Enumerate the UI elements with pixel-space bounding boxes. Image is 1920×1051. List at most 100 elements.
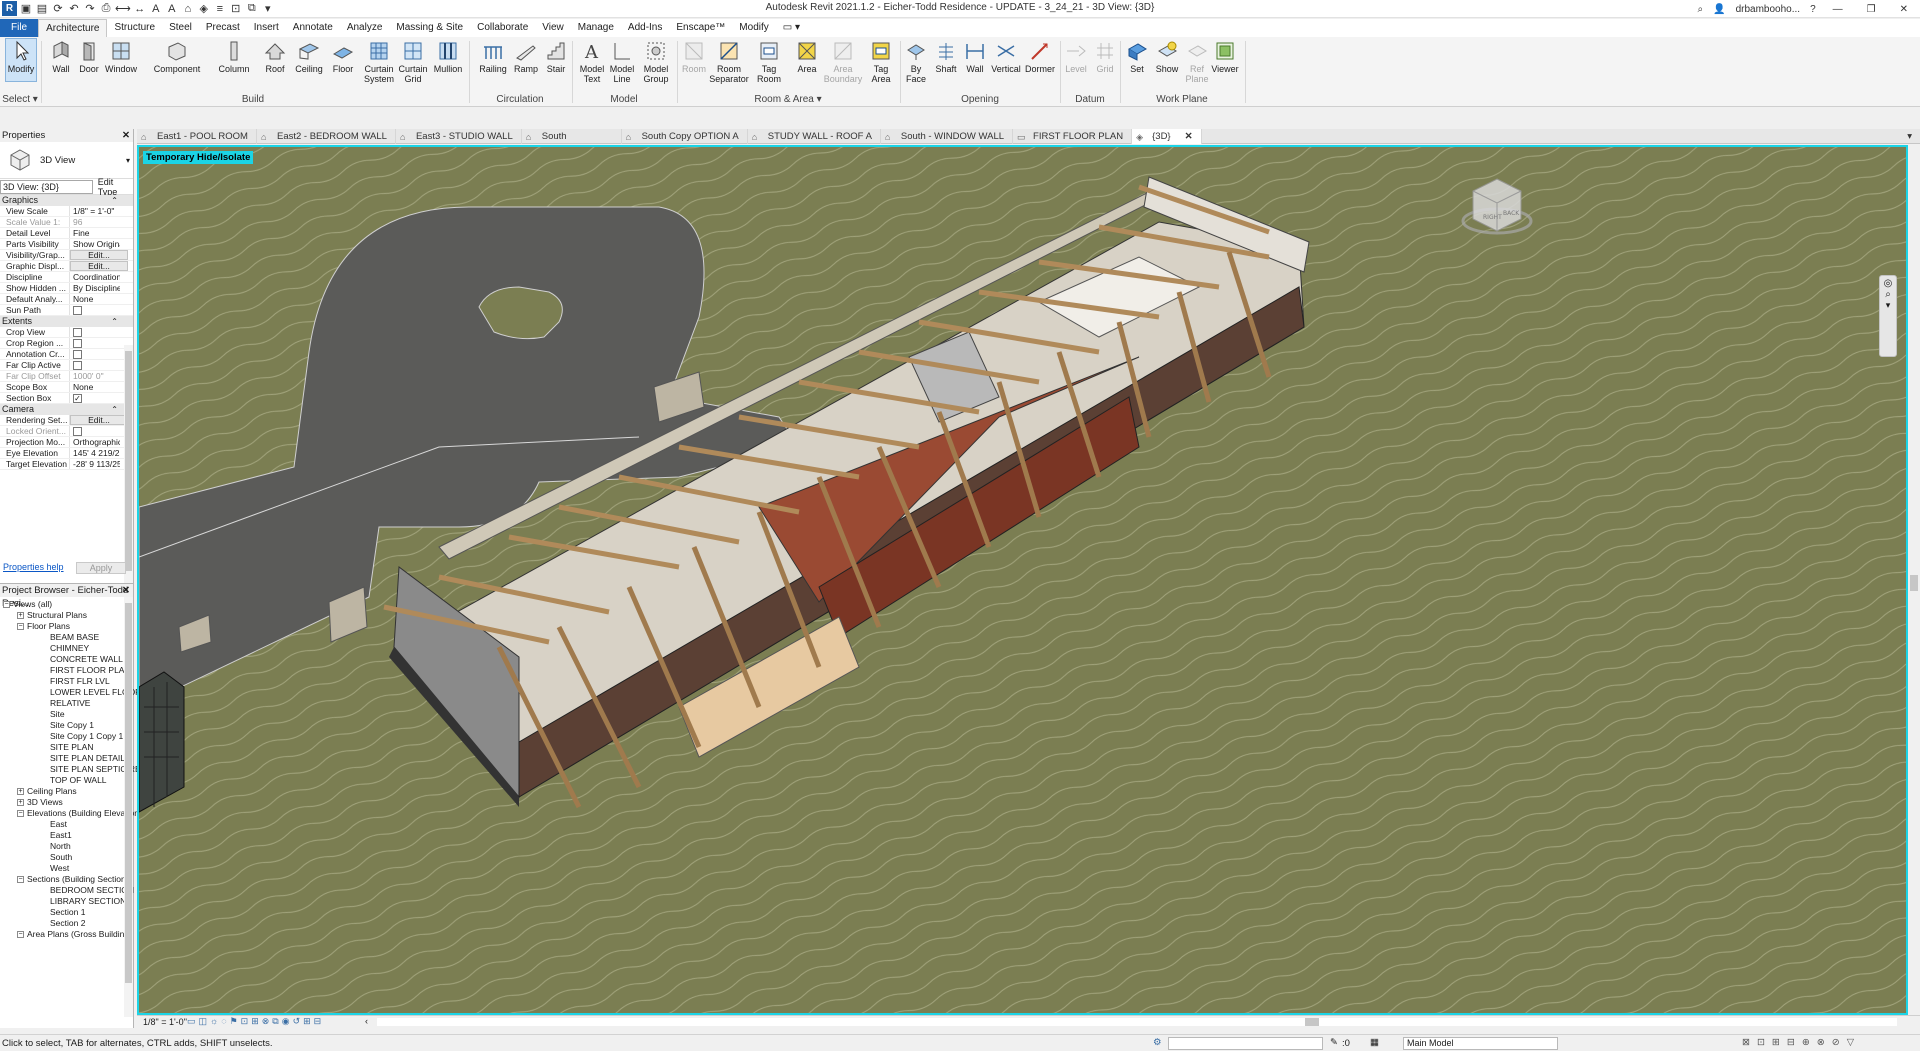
tree-view-item[interactable]: SITE PLAN DETAIL: [50, 753, 125, 764]
view-tab[interactable]: ⌂ East2 - BEDROOM WALL: [257, 129, 396, 144]
railing-button[interactable]: Railing: [476, 39, 510, 74]
tab-steel[interactable]: Steel: [162, 19, 199, 37]
tree-view-item[interactable]: East: [50, 819, 67, 830]
property-checkbox[interactable]: [73, 339, 82, 348]
tree-view-item[interactable]: CHIMNEY: [50, 643, 89, 654]
3d-model-render[interactable]: RIGHT BACK: [139, 147, 1906, 1013]
tab-manage[interactable]: Manage: [571, 19, 621, 37]
property-checkbox[interactable]: [73, 427, 82, 436]
column-button[interactable]: Column: [217, 39, 251, 74]
active-workset-dropdown[interactable]: [1168, 1037, 1323, 1050]
tab-analyze[interactable]: Analyze: [340, 19, 390, 37]
property-value[interactable]: 1000' 0": [70, 371, 120, 381]
tree-sections[interactable]: − Sections (Building Section): [17, 874, 129, 885]
panel-room-area[interactable]: Room & Area ▾: [677, 94, 899, 105]
view-tab[interactable]: ⌂ South: [522, 129, 622, 144]
help-icon[interactable]: ?: [1805, 4, 1821, 15]
level-button[interactable]: Level: [1061, 39, 1091, 74]
property-checkbox[interactable]: [73, 361, 82, 370]
window-button[interactable]: Window: [104, 39, 138, 74]
model-group-button[interactable]: Model Group: [639, 39, 673, 84]
tree-view-item[interactable]: North: [50, 841, 71, 852]
edit-button[interactable]: Edit...: [70, 415, 128, 425]
roof-button[interactable]: Roof: [260, 39, 290, 74]
tree-view-item[interactable]: Site: [50, 709, 65, 720]
search-icon[interactable]: ⌕: [1693, 4, 1709, 15]
curtain-system-button[interactable]: Curtain System: [362, 39, 396, 84]
panel-select[interactable]: Select ▾: [0, 94, 40, 105]
tree-view-item[interactable]: South: [50, 852, 72, 863]
tab-precast[interactable]: Precast: [199, 19, 247, 37]
floor-button[interactable]: Floor: [326, 39, 360, 74]
view-tab-active[interactable]: ◈ {3D} ✕: [1132, 129, 1202, 144]
tree-view-item[interactable]: Section 2: [50, 918, 85, 929]
view-tab[interactable]: ⌂ STUDY WALL - ROOF A: [748, 129, 881, 144]
room-button[interactable]: Room: [677, 39, 711, 74]
by-face-button[interactable]: By Face: [901, 39, 931, 84]
tree-3d-views[interactable]: +3D Views: [17, 797, 63, 808]
view-tab[interactable]: ▭ FIRST FLOOR PLAN: [1013, 129, 1133, 144]
property-checkbox[interactable]: ✓: [73, 394, 82, 403]
property-checkbox[interactable]: [73, 350, 82, 359]
maximize-button[interactable]: ❐: [1855, 4, 1888, 15]
edit-button[interactable]: Edit...: [70, 261, 128, 271]
close-icon[interactable]: ✕: [122, 129, 130, 142]
user-icon[interactable]: 👤: [1708, 4, 1730, 15]
group-graphics[interactable]: Graphics ⌃: [0, 195, 133, 206]
tree-view-item[interactable]: Site Copy 1: [50, 720, 94, 731]
tree-elevations[interactable]: − Elevations (Building Elevation: [17, 808, 139, 819]
editable-only-icon[interactable]: ✎: [1330, 1037, 1338, 1048]
stair-button[interactable]: Stair: [540, 39, 572, 74]
model-text-button[interactable]: A Model Text: [575, 39, 609, 84]
browser-scrollbar[interactable]: [124, 597, 133, 1017]
tree-floor-plans[interactable]: − Floor Plans: [17, 621, 70, 632]
property-value[interactable]: 96: [70, 217, 120, 227]
user-name[interactable]: drbambooho...: [1731, 4, 1806, 15]
tree-view-item[interactable]: FIRST FLOOR PLAN: [50, 665, 131, 676]
set-work-plane-button[interactable]: Set: [1121, 39, 1153, 74]
tree-area-plans[interactable]: − Area Plans (Gross Building): [17, 929, 132, 940]
tab-add-ins[interactable]: Add-Ins: [621, 19, 669, 37]
tree-view-item[interactable]: CONCRETE WALL: [50, 654, 123, 665]
tab-view[interactable]: View: [535, 19, 571, 37]
property-checkbox[interactable]: [73, 306, 82, 315]
viewport-vertical-scrollbar[interactable]: [1908, 145, 1920, 1015]
tab-architecture[interactable]: Architecture: [38, 19, 108, 37]
model-line-button[interactable]: Model Line: [605, 39, 639, 84]
property-value[interactable]: None: [70, 382, 120, 392]
tag-room-button[interactable]: Tag Room: [752, 39, 786, 84]
component-button[interactable]: Component: [145, 39, 209, 74]
close-icon[interactable]: ✕: [122, 584, 130, 597]
type-selector[interactable]: 3D View ▾: [0, 142, 133, 179]
expand-toggle-icon[interactable]: −: [17, 876, 24, 884]
tab-structure[interactable]: Structure: [107, 19, 162, 37]
zoom-icon[interactable]: ⌕: [1880, 289, 1896, 300]
property-value[interactable]: Show Original: [70, 239, 120, 249]
group-camera[interactable]: Camera ⌃: [0, 404, 133, 415]
expand-toggle-icon[interactable]: +: [17, 799, 24, 807]
tree-view-item[interactable]: West: [50, 863, 69, 874]
view-tab[interactable]: ⌂ South - WINDOW WALL: [881, 129, 1014, 144]
property-value[interactable]: 145' 4 219/256": [70, 448, 120, 458]
tab-collaborate[interactable]: Collaborate: [470, 19, 535, 37]
tag-area-button[interactable]: Tag Area: [864, 39, 898, 84]
expand-toggle-icon[interactable]: +: [17, 788, 24, 796]
tree-view-item[interactable]: BEDROOM SECTION: [50, 885, 134, 896]
tree-structural-plans[interactable]: + Structural Plans: [17, 610, 87, 621]
collapse-icon[interactable]: ⌃: [111, 195, 118, 206]
3d-viewport[interactable]: RIGHT BACK Temporary Hide/Isolate: [137, 145, 1908, 1015]
collapse-icon[interactable]: ⌃: [111, 404, 118, 415]
apply-button[interactable]: Apply: [76, 562, 126, 574]
tab-overflow-icon[interactable]: ▾: [1903, 129, 1920, 144]
property-value[interactable]: Coordination: [70, 272, 120, 282]
mullion-button[interactable]: Mullion: [431, 39, 465, 74]
tab-enscape[interactable]: Enscape™: [669, 19, 732, 37]
tree-view-item[interactable]: East1: [50, 830, 72, 841]
tree-view-item[interactable]: BEAM BASE: [50, 632, 99, 643]
show-work-plane-button[interactable]: Show: [1150, 39, 1184, 74]
properties-help-link[interactable]: Properties help: [3, 562, 64, 572]
tree-view-item[interactable]: Section 1: [50, 907, 85, 918]
minimize-button[interactable]: —: [1821, 4, 1855, 15]
view-tab[interactable]: ⌂ South Copy OPTION A: [622, 129, 748, 144]
grid-button[interactable]: Grid: [1090, 39, 1120, 74]
